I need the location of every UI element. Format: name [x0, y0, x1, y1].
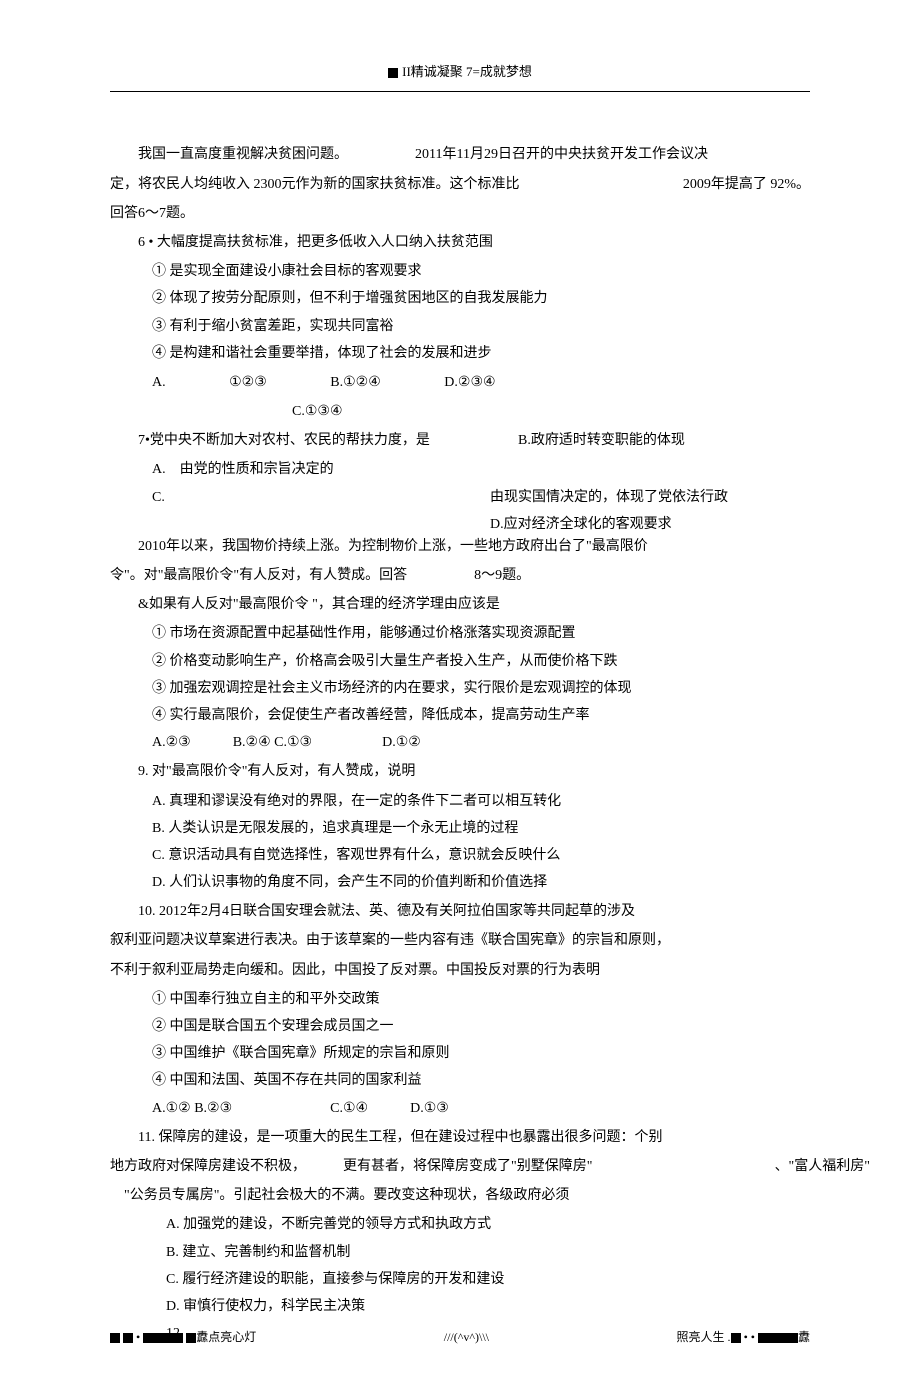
q6-o2: ② 体现了按劳分配原则，但不利于增强贫困地区的自我发展能力	[110, 286, 810, 311]
q8-o3: ③ 加强宏观调控是社会主义市场经济的内在要求，实行限价是宏观调控的体现	[110, 676, 810, 701]
q10-choices[interactable]: A.①② B.②③ C.①④ D.①③	[110, 1096, 810, 1121]
footer-center: ///(^v^)\\\	[444, 1327, 489, 1349]
footer-left-text: 纛点亮心灯	[196, 1330, 256, 1344]
q6-cb: ①②③	[229, 375, 267, 390]
q6-choices-row2[interactable]: C.①③④	[110, 399, 810, 424]
q7-d-row: D.应对经济全球化的客观要求	[110, 512, 810, 534]
footer-left: • 纛点亮心灯	[110, 1327, 256, 1349]
intro-p1b: 2011年11月29日召开的中央扶贫开发工作会议决	[415, 147, 708, 162]
q10-o4: ④ 中国和法国、英国不存在共同的国家利益	[110, 1068, 810, 1093]
page-header: II精诚凝聚 7=成就梦想	[110, 60, 810, 83]
intro-p2a: 定，将农民人均纯收入 2300元作为新的国家扶贫标准。这个标准比	[110, 177, 520, 192]
q8-o2: ② 价格变动影响生产，价格高会吸引大量生产者投入生产，从而使价格下跌	[110, 649, 810, 674]
q6-title: 6 • 大幅度提高扶贫标准，把更多低收入人口纳入扶贫范围	[110, 230, 810, 255]
q10-p1: 叙利亚问题决议草案进行表决。由于该草案的一些内容有违《联合国宪章》的宗旨和原则，	[110, 928, 810, 953]
q9-c[interactable]: C. 意识活动具有自觉选择性，客观世界有什么，意识就会反映什么	[110, 843, 810, 868]
q7-a[interactable]: A. 由党的性质和宗旨决定的	[110, 457, 810, 482]
intro2-p2a: 令"。对"最高限价令"有人反对，有人赞成。回答	[110, 568, 407, 583]
q9-title: 9. 对"最高限价令"有人反对，有人赞成，说明	[110, 759, 810, 784]
q6-cd[interactable]: D.②③④	[444, 375, 495, 390]
q9-a[interactable]: A. 真理和谬误没有绝对的界限，在一定的条件下二者可以相互转化	[110, 789, 810, 814]
q10-title: 10. 2012年2月4日联合国安理会就法、英、德及有关阿拉伯国家等共同起草的涉…	[110, 899, 810, 924]
q9-b[interactable]: B. 人类认识是无限发展的，追求真理是一个永无止境的过程	[110, 816, 810, 841]
q7-d[interactable]: D.应对经济全球化的客观要求	[490, 512, 672, 537]
header-text: II精诚凝聚 7=成就梦想	[402, 64, 532, 79]
intro-p1: 我国一直高度重视解决贫困问题。 2011年11月29日召开的中央扶贫开发工作会议…	[110, 142, 810, 167]
header-rule	[110, 91, 810, 92]
q10-o3: ③ 中国维护《联合国宪章》所规定的宗旨和原则	[110, 1041, 810, 1066]
q7-title: 7•党中央不断加大对农村、农民的帮扶力度，是 B.政府适时转变职能的体现	[110, 428, 810, 453]
q11-title: 11. 保障房的建设，是一项重大的民生工程，但在建设过程中也暴露出很多问题：个别	[110, 1125, 810, 1150]
q7-b[interactable]: B.政府适时转变职能的体现	[490, 428, 685, 453]
intro-p3: 回答6～7题。	[110, 201, 810, 226]
q11-p2: "公务员专属房"。引起社会极大的不满。要改变这种现状，各级政府必须	[110, 1183, 810, 1208]
q7-rc: 由现实国情决定的，体现了党依法行政	[490, 485, 728, 510]
q11-p1c: 、"富人福利房"	[775, 1154, 870, 1179]
q6-o4: ④ 是构建和谐社会重要举措，体现了社会的发展和进步	[110, 341, 810, 366]
q8-choices[interactable]: A.②③ B.②④ C.①③ D.①②	[110, 730, 810, 755]
q11-b[interactable]: B. 建立、完善制约和监督机制	[110, 1240, 810, 1265]
q10-p2: 不利于叙利亚局势走向缓和。因此，中国投了反对票。中国投反对票的行为表明	[110, 958, 810, 983]
q8-o1: ① 市场在资源配置中起基础性作用，能够通过价格涨落实现资源配置	[110, 621, 810, 646]
q7-title-text: 7•党中央不断加大对农村、农民的帮扶力度，是	[138, 433, 430, 448]
q6-choices-row1: A. ①②③ B.①②④ D.②③④	[110, 370, 810, 395]
q11-a[interactable]: A. 加强党的建设，不断完善党的领导方式和执政方式	[110, 1212, 810, 1237]
q11-p1b: 更有甚者，将保障房变成了"别墅保障房"	[343, 1159, 592, 1174]
q10-o1: ① 中国奉行独立自主的和平外交政策	[110, 987, 810, 1012]
q11-c[interactable]: C. 履行经济建设的职能，直接参与保障房的开发和建设	[110, 1267, 810, 1292]
intro2-p2b: 8～9题。	[474, 568, 530, 583]
footer-right: 照亮人生 . • • 纛	[677, 1327, 810, 1349]
q11-p1a: 地方政府对保障房建设不积极，	[110, 1159, 306, 1174]
intro2-p1: 2010年以来，我国物价持续上涨。为控制物价上涨，一些地方政府出台了"最高限价	[110, 534, 810, 559]
footer-right-text: 照亮人生 .	[677, 1330, 731, 1344]
q8-title: &如果有人反对"最高限价令 "，其合理的经济学理由应该是	[110, 592, 810, 617]
q9-d[interactable]: D. 人们认识事物的角度不同，会产生不同的价值判断和价值选择	[110, 870, 810, 895]
page-footer: • 纛点亮心灯 ///(^v^)\\\ 照亮人生 . • • 纛	[110, 1327, 810, 1349]
intro-p2: 定，将农民人均纯收入 2300元作为新的国家扶贫标准。这个标准比 2009年提高…	[110, 172, 810, 197]
intro-p2b: 2009年提高了 92%。	[683, 172, 810, 197]
q6-cc[interactable]: B.①②④	[330, 375, 381, 390]
q11-p1: 地方政府对保障房建设不积极， 更有甚者，将保障房变成了"别墅保障房" 、"富人福…	[110, 1154, 810, 1179]
intro-p1a: 我国一直高度重视解决贫困问题。	[138, 147, 348, 162]
q8-o4: ④ 实行最高限价，会促使生产者改善经营，降低成本，提高劳动生产率	[110, 703, 810, 728]
q10-o2: ② 中国是联合国五个安理会成员国之一	[110, 1014, 810, 1039]
q11-d[interactable]: D. 审慎行使权力，科学民主决策	[110, 1294, 810, 1319]
q6-ca[interactable]: A.	[152, 375, 166, 390]
q6-o1: ① 是实现全面建设小康社会目标的客观要求	[110, 259, 810, 284]
q7-c-row: C. 由现实国情决定的，体现了党依法行政	[110, 485, 810, 510]
q6-o3: ③ 有利于缩小贫富差距，实现共同富裕	[110, 314, 810, 339]
q7-c[interactable]: C.	[152, 490, 165, 505]
intro2-p2: 令"。对"最高限价令"有人反对，有人赞成。回答 8～9题。	[110, 563, 810, 588]
